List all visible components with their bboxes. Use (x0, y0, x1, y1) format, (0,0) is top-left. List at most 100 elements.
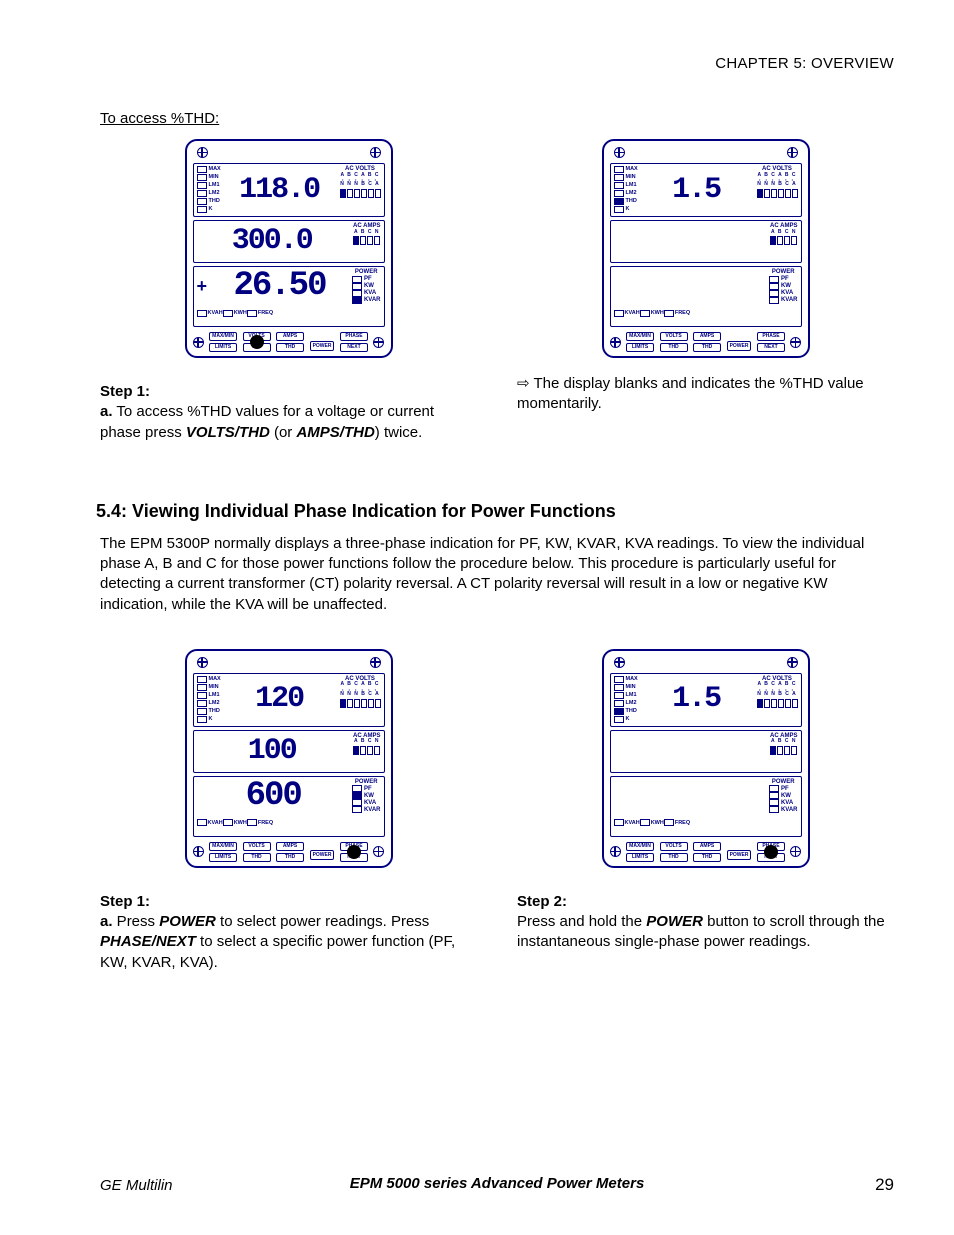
meter-panel: MAXMINLM1LM2THDK1.5AC VOLTS A B C A B C … (602, 139, 810, 358)
flag-freq: FREQ (664, 819, 690, 826)
flag-min: MIN (197, 174, 221, 181)
button-amps: AMPSTHD (693, 332, 721, 352)
screw-icon (610, 337, 621, 348)
flag-max: MAX (197, 676, 221, 683)
flag-max: MAX (614, 166, 638, 173)
power-label: POWER (772, 269, 795, 276)
flag-kw: KW (769, 792, 791, 799)
flag-kwh: KWH (640, 310, 664, 317)
plus-icon: + (197, 276, 208, 297)
button-maxmin: MAX/MINLIMITS (626, 332, 654, 352)
phase-step1-label: Step 1: (100, 892, 477, 912)
thd-figure-row: MAXMINLM1LM2THDK118.0AC VOLTS A B C A B … (100, 133, 894, 368)
flag-kwh: KWH (223, 819, 247, 826)
flag-min: MIN (197, 684, 221, 691)
screw-icon (614, 147, 625, 158)
footer-page-number: 29 (875, 1175, 894, 1195)
flag-thd: THD (614, 198, 638, 205)
button-power: POWER (727, 843, 752, 860)
button-volts: VOLTSTHD (243, 332, 271, 352)
t: Press (113, 913, 160, 930)
screw-icon (614, 657, 625, 668)
access-thd-heading: To access %THD: (100, 110, 894, 127)
phase-figure-row: MAXMINLM1LM2THDK120AC VOLTS A B C A B C … (100, 643, 894, 878)
flag-lm1: LM1 (614, 182, 638, 189)
footer-center: EPM 5000 series Advanced Power Meters (350, 1175, 645, 1192)
button-power: POWER (310, 843, 335, 860)
phase-step2-text: Press and hold the POWER button to scrol… (517, 912, 894, 953)
abcn-label: A B C N (771, 739, 796, 745)
flag-kvar: KVAR (769, 806, 798, 813)
phase-step2-label: Step 2: (517, 892, 894, 912)
screw-icon (370, 657, 381, 668)
thd-result-text: ⇨ The display blanks and indicates the %… (517, 374, 894, 415)
thd-text-row: Step 1: a. To access %THD values for a v… (100, 374, 894, 445)
press-indicator-icon (250, 335, 264, 349)
bargraph-icon (340, 699, 381, 708)
bargraph-icon (770, 746, 797, 755)
screw-icon (790, 846, 801, 857)
flag-k: K (197, 206, 221, 213)
flag-freq: FREQ (664, 310, 690, 317)
footer-left: GE Multilin (100, 1177, 173, 1194)
button-phase: PHASENEXT (340, 842, 368, 862)
section-5-4-heading: 5.4: Viewing Individual Phase Indication… (96, 501, 894, 522)
meter-panel: MAXMINLM1LM2THDK118.0AC VOLTS A B C A B … (185, 139, 393, 358)
meter-panel: MAXMINLM1LM2THDK1.5AC VOLTS A B C A B C … (602, 649, 810, 868)
flag-k: K (197, 716, 221, 723)
power-ref: POWER (159, 913, 216, 930)
flag-kva: KVA (352, 799, 376, 806)
phase-step1-text: a. Press POWER to select power readings.… (100, 912, 477, 973)
button-volts: VOLTSTHD (660, 842, 688, 862)
flag-kvah: KVAH (197, 819, 223, 826)
screw-icon (370, 147, 381, 158)
abcn-label: A B C N (354, 230, 379, 236)
screw-icon (610, 846, 621, 857)
abcn-label: A B C N (354, 739, 379, 745)
flag-lm1: LM1 (197, 182, 221, 189)
screw-icon (790, 337, 801, 348)
flag-kw: KW (352, 792, 374, 799)
button-amps: AMPSTHD (693, 842, 721, 862)
flag-max: MAX (197, 166, 221, 173)
phase-a-prefix: a. (100, 913, 113, 930)
button-phase: PHASENEXT (757, 332, 785, 352)
flag-kw: KW (769, 283, 791, 290)
flag-kva: KVA (769, 799, 793, 806)
bargraph-icon (770, 236, 797, 245)
flag-thd: THD (197, 708, 221, 715)
thd-step1-text: a. To access %THD values for a voltage o… (100, 402, 477, 443)
screw-icon (373, 846, 384, 857)
button-amps: AMPSTHD (276, 842, 304, 862)
flag-lm2: LM2 (197, 700, 221, 707)
button-phase: PHASENEXT (757, 842, 785, 862)
flag-lm2: LM2 (614, 700, 638, 707)
button-power: POWER (310, 334, 335, 351)
bargraph-icon (340, 189, 381, 198)
power-label: POWER (355, 269, 378, 276)
screw-icon (373, 337, 384, 348)
flag-lm2: LM2 (614, 190, 638, 197)
button-power: POWER (727, 334, 752, 351)
volts-readout: 118.0 (225, 166, 334, 213)
flag-lm1: LM1 (197, 692, 221, 699)
power-readout: 600 (197, 779, 350, 813)
flag-kva: KVA (769, 290, 793, 297)
t: The display blanks and indicates the %TH… (517, 375, 864, 412)
t: (or (270, 424, 297, 441)
flag-pf: PF (352, 276, 372, 283)
flag-k: K (614, 206, 638, 213)
flag-kvar: KVAR (769, 297, 798, 304)
flag-kvah: KVAH (614, 310, 640, 317)
amps-readout: 300.0 (197, 223, 348, 259)
press-indicator-icon (764, 845, 778, 859)
press-indicator-icon (347, 845, 361, 859)
flag-lm2: LM2 (197, 190, 221, 197)
t: ) twice. (375, 424, 423, 441)
screw-icon (787, 657, 798, 668)
flag-lm1: LM1 (614, 692, 638, 699)
flag-k: K (614, 716, 638, 723)
flag-kvah: KVAH (614, 819, 640, 826)
abcn-label: A B C N (771, 230, 796, 236)
flag-kva: KVA (352, 290, 376, 297)
